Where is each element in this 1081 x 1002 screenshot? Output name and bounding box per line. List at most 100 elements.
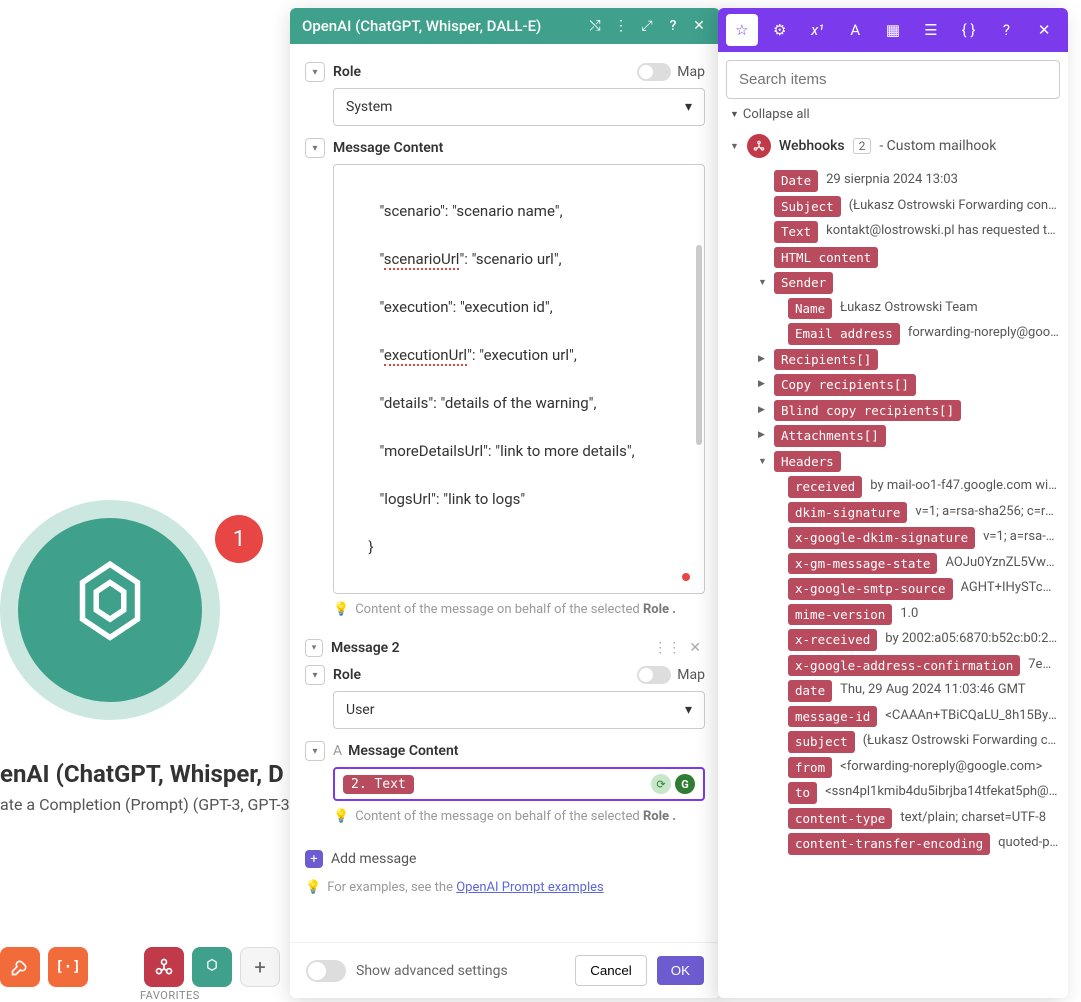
tree-row[interactable]: subject(Łukasz Ostrowski Forwarding conf… [758,729,1060,755]
examples-link[interactable]: OpenAI Prompt examples [456,880,604,895]
field-value: forwarding-noreply@google.co [908,323,1060,340]
advanced-toggle[interactable] [306,960,346,982]
tab-array[interactable]: ☰ [915,14,947,46]
chevron-down-icon[interactable]: ▾ [305,62,325,82]
tree-row[interactable]: content-transfer-encodingquoted-printabl… [758,831,1060,857]
field-tag[interactable]: from [788,757,832,779]
fav-tool-icon[interactable] [0,947,40,987]
mapper-close-icon[interactable]: ✕ [1028,14,1060,46]
tree-row[interactable]: Subject(Łukasz Ostrowski Forwarding conf… [758,194,1060,220]
tree-row[interactable]: ▼Headers [758,449,1060,475]
chevron-down-icon[interactable]: ▾ [305,138,325,158]
field-tag[interactable]: subject [788,731,855,753]
tab-json[interactable]: { } [953,14,985,46]
tree-row[interactable]: ▶Blind copy recipients[] [758,398,1060,424]
field-tag[interactable]: x-google-dkim-signature [788,527,975,549]
tree-row[interactable]: x-receivedby 2002:a05:6870:b52c:b0:270:1… [758,627,1060,653]
cancel-button[interactable]: Cancel [575,955,647,986]
tree-row[interactable]: to<ssn4pl1kmib4du5ibrjba14tfekat5ph@hook… [758,780,1060,806]
fav-webhook-icon[interactable] [144,947,184,987]
tab-date[interactable]: ▦ [877,14,909,46]
ok-button[interactable]: OK [657,956,704,985]
tree-row[interactable]: ▶Recipients[] [758,347,1060,373]
tree-row[interactable]: x-gm-message-stateAOJu0YznZL5VwaJt0RDLj8… [758,551,1060,577]
tab-text[interactable]: A [839,14,871,46]
remove-icon[interactable]: ✕ [689,640,701,656]
tree-row[interactable]: ▶Copy recipients[] [758,372,1060,398]
tree-row[interactable]: dateThu, 29 Aug 2024 11:03:46 GMT [758,678,1060,704]
field-tag[interactable]: content-type [788,808,892,830]
field-tag[interactable]: Headers [774,451,841,473]
grammarly-g-icon[interactable]: G [675,774,695,794]
field-tag[interactable]: x-google-smtp-source [788,578,953,600]
field-tag[interactable]: Recipients[] [774,349,878,371]
tree-row[interactable]: x-google-dkim-signaturev=1; a=rsa-sha256… [758,525,1060,551]
fav-openai-icon[interactable] [192,947,232,987]
tree-row[interactable]: message-id<CAAAn+TBiCQaLU_8h15BybbDQ9h [758,704,1060,730]
field-tag[interactable]: Copy recipients[] [774,374,916,396]
collapse-all-button[interactable]: ▼ Collapse all [718,107,1068,130]
tab-settings[interactable]: ⚙ [764,14,796,46]
field-tag[interactable]: Attachments[] [774,425,886,447]
tree-row[interactable]: x-google-smtp-sourceAGHT+IHySTcWplqs7OiA… [758,576,1060,602]
mapped-pill[interactable]: 2. Text [343,775,414,794]
field-tag[interactable]: x-received [788,629,877,651]
field-tag[interactable]: mime-version [788,604,892,626]
tree-row[interactable]: from<forwarding-noreply@google.com> [758,755,1060,781]
field-tag[interactable]: Date [774,170,818,192]
message-content-input[interactable]: "scenario": "scenario name", "scenarioUr… [333,164,705,594]
add-message-button[interactable]: + [305,850,323,868]
fav-add-button[interactable]: + [240,947,280,987]
tree-row[interactable]: Email address forwarding-noreply@google.c… [758,321,1060,347]
field-tag[interactable]: received [788,476,862,498]
tab-help[interactable]: ? [990,14,1022,46]
tree-row[interactable]: ▼Sender [758,270,1060,296]
tree-row[interactable]: ▶Attachments[] [758,423,1060,449]
chevron-down-icon[interactable]: ▾ [305,639,323,657]
tab-star[interactable]: ☆ [726,14,758,46]
field-tag[interactable]: date [788,680,832,702]
openai-node[interactable] [0,500,220,720]
field-tag[interactable]: to [788,782,817,804]
module-row[interactable]: ▼ Webhooks 2 - Custom mailhook [718,130,1068,168]
drag-icon[interactable]: ⋮⋮ [653,640,681,656]
grammarly-icon[interactable]: ⟳ [651,774,671,794]
field-tag[interactable]: Email address [788,323,900,345]
field-tag[interactable]: message-id [788,706,877,728]
field-tag[interactable]: x-google-address-confirmation [788,655,1020,677]
field-tag[interactable]: Sender [774,272,833,294]
tree-row[interactable]: mime-version1.0 [758,602,1060,628]
role2-select[interactable]: User ▾ [333,691,705,729]
fav-brackets-icon[interactable]: [·] [48,947,88,987]
field-tag[interactable]: Name [788,298,832,320]
menu-icon[interactable]: ⋮ [612,17,630,35]
search-input[interactable] [726,60,1060,99]
map-toggle-2[interactable] [637,666,671,684]
chevron-down-icon[interactable]: ▾ [305,665,325,685]
field-tag[interactable]: Blind copy recipients[] [774,400,961,422]
tree-row[interactable]: Date29 sierpnia 2024 13:03 [758,168,1060,194]
tree-row[interactable]: content-typetext/plain; charset=UTF-8 [758,806,1060,832]
scrollbar[interactable] [696,245,702,445]
tree-row[interactable]: receivedby mail-oo1-f47.google.com with … [758,474,1060,500]
role-select[interactable]: System ▾ [333,88,705,126]
help-icon[interactable]: ? [664,17,682,35]
close-icon[interactable]: ✕ [690,17,708,35]
field-tag[interactable]: dkim-signature [788,502,907,524]
tree-row[interactable]: x-google-address-confirmation7eNtBMJ2Hnm… [758,653,1060,679]
tree-row[interactable]: NameŁukasz Ostrowski Team [758,296,1060,322]
map-toggle[interactable] [637,63,671,81]
expand-icon[interactable]: ⤢ [638,17,656,35]
shuffle-icon[interactable]: ⤭ [586,17,604,35]
tree-row[interactable]: Textkontakt@lostrowski.pl has requested … [758,219,1060,245]
tab-math[interactable]: x¹ [802,14,834,46]
tree-row[interactable]: dkim-signaturev=1; a=rsa-sha256; c=relax… [758,500,1060,526]
field-tag[interactable]: Subject [774,196,841,218]
field-tag[interactable]: x-gm-message-state [788,553,937,575]
chevron-down-icon[interactable]: ▾ [305,741,325,761]
message-content-2-input[interactable]: 2. Text ⟳ G [333,767,705,801]
field-tag[interactable]: Text [774,221,818,243]
field-tag[interactable]: HTML content [774,247,878,269]
field-tag[interactable]: content-transfer-encoding [788,833,990,855]
tree-row[interactable]: HTML content [758,245,1060,271]
